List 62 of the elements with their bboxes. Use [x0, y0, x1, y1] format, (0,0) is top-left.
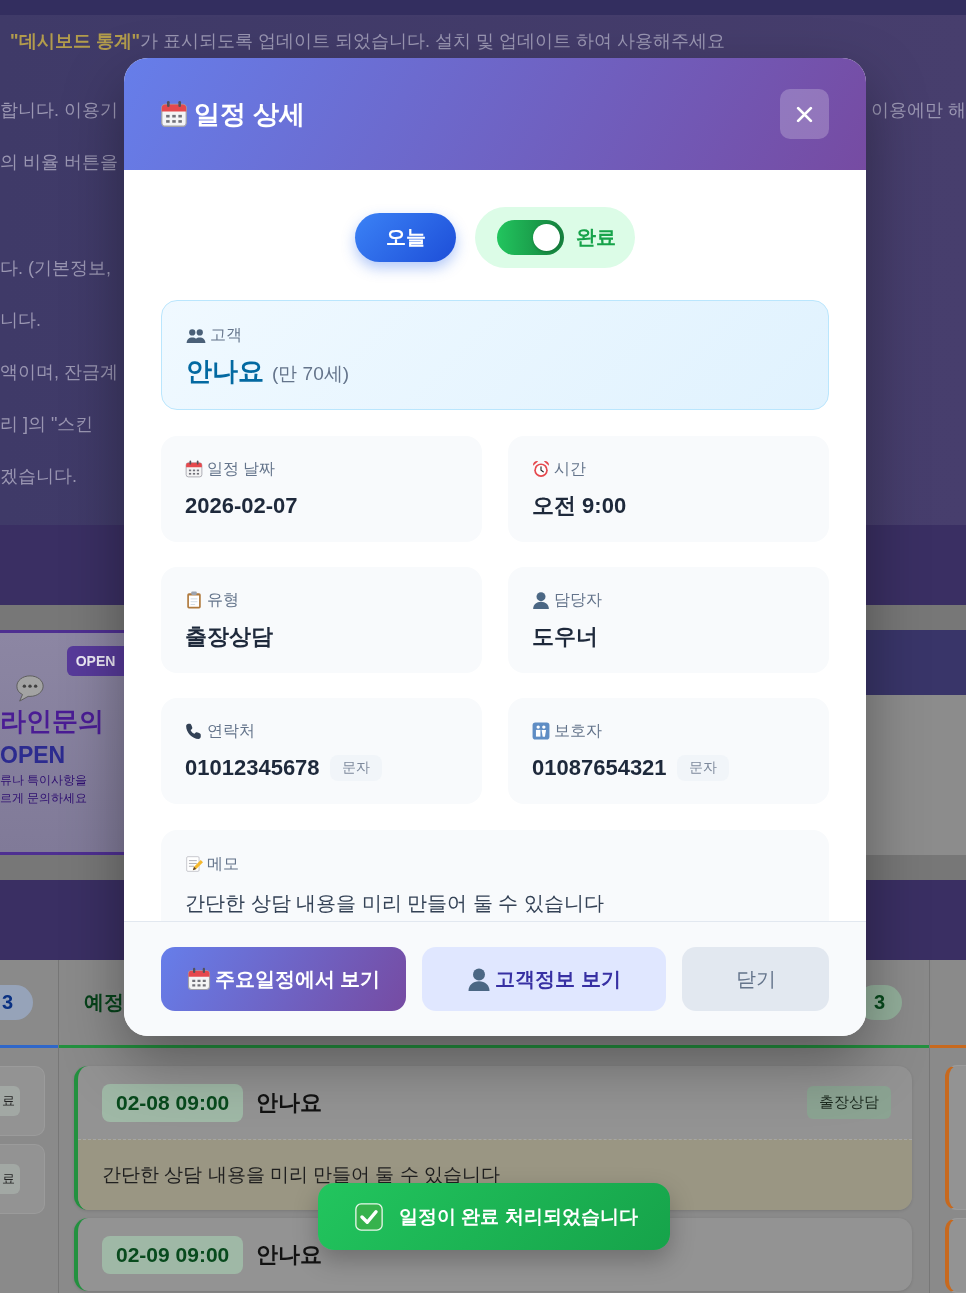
close-button[interactable]: 닫기	[682, 947, 829, 1011]
modal-title: 일정 상세	[194, 97, 306, 131]
customer-name: 안나요	[256, 1240, 323, 1269]
calendar-icon	[186, 967, 211, 991]
field-label: 시간	[554, 459, 586, 479]
field-value: 오전 9:00	[532, 492, 627, 520]
open-badge: OPEN	[67, 646, 124, 676]
status-badge: 료	[0, 1086, 20, 1116]
notice-text: 다. (기본정보,	[0, 257, 111, 280]
people-icon	[186, 327, 206, 343]
time-badge: 02-08 09:00	[102, 1083, 244, 1122]
field-value: 2026-02-07	[185, 492, 298, 520]
calendar-icon	[160, 100, 188, 128]
promo-text: 르게 문의하세요	[0, 790, 88, 807]
alarm-clock-icon	[532, 460, 550, 478]
customer-name: 안나요	[186, 355, 264, 388]
today-button[interactable]: 오늘	[355, 213, 456, 262]
field-label: 연락처	[207, 721, 255, 741]
close-button[interactable]	[780, 89, 829, 139]
notice-text: 액이며, 잔금계	[0, 361, 118, 384]
field-label: 유형	[207, 590, 239, 610]
calendar-icon	[185, 460, 203, 478]
customer-name: 안나요	[256, 1088, 323, 1117]
speech-bubble-icon	[15, 674, 45, 702]
notice-text: "데시보드 통계"가 표시되도록 업데이트 되었습니다. 설치 및 업데이트 하여 사용해주세요	[10, 30, 726, 53]
notice-text: 리 ]의 "스킨	[0, 413, 94, 436]
promo-text: 류나 특이사항을	[0, 772, 88, 789]
clipboard-icon	[185, 591, 203, 609]
field-label: 담당자	[554, 590, 602, 610]
notice-text: 합니다. 이용기	[0, 99, 118, 122]
time-badge: 02-09 09:00	[102, 1235, 244, 1274]
field-value: 01012345678	[185, 754, 320, 782]
close-icon	[796, 105, 813, 123]
people-sign-icon	[532, 722, 550, 740]
status-badge: 료	[0, 1164, 20, 1194]
schedule-view-button[interactable]: 주요일정에서 보기	[161, 947, 406, 1011]
person-icon	[467, 967, 492, 991]
promo-title: 라인문의	[0, 705, 104, 738]
phone-icon	[185, 722, 203, 740]
field-value: 도우너	[532, 623, 598, 651]
person-icon	[532, 591, 550, 609]
type-tag: 출장상담	[807, 1086, 891, 1119]
field-value: 01087654321	[532, 754, 667, 782]
field-label: 메모	[207, 854, 239, 874]
notice-text: 니다.	[0, 309, 41, 332]
count-badge: 3	[0, 985, 33, 1020]
field-label: 고객	[210, 325, 242, 345]
complete-toggle[interactable]: 완료	[475, 207, 635, 268]
column-title: 예정	[84, 990, 124, 1015]
field-label: 일정 날짜	[207, 459, 276, 479]
field-label: 보호자	[554, 721, 602, 741]
check-box-icon	[355, 1202, 383, 1231]
toggle-switch[interactable]	[497, 220, 564, 255]
customer-age: (만 70세)	[272, 362, 350, 386]
memo-text: 간단한 상담 내용을 미리 만들어 둘 수 있습니다	[185, 891, 605, 916]
customer-info-button[interactable]: 고객정보 보기	[422, 947, 666, 1011]
field-value: 출장상담	[185, 623, 273, 651]
memo-pencil-icon	[185, 855, 203, 873]
notice-text: 이용에만 해	[871, 99, 966, 122]
notice-text: 겠습니다.	[0, 465, 77, 488]
notice-text: 의 비율 버튼을	[0, 151, 118, 174]
promo-subtitle: OPEN	[0, 741, 66, 769]
